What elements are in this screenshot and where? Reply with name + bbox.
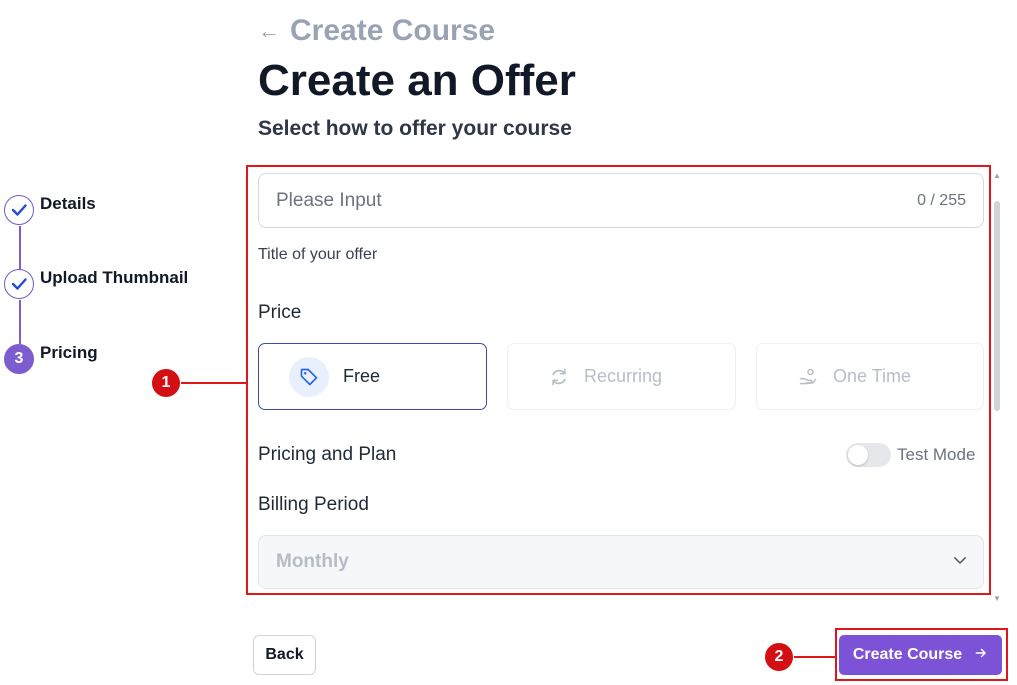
- chevron-down-icon: [951, 551, 969, 574]
- annotation-badge-2: 2: [764, 642, 794, 672]
- price-option-label: Free: [343, 366, 381, 386]
- step-label: Upload Thumbnail: [40, 268, 189, 287]
- refresh-icon: [548, 366, 570, 388]
- char-counter: 0 / 255: [917, 191, 966, 209]
- price-option-label: One Time: [833, 366, 912, 386]
- step-label: Pricing: [40, 343, 98, 362]
- page-title: Create an Offer: [258, 56, 576, 105]
- annotation-connector: [794, 656, 836, 658]
- billing-period-label: Billing Period: [258, 494, 369, 515]
- test-mode-label: Test Mode: [897, 445, 976, 464]
- price-option-free[interactable]: Free: [258, 343, 487, 410]
- step-details[interactable]: Details: [4, 194, 96, 225]
- back-to-create-course-link[interactable]: ← Create Course: [258, 14, 495, 48]
- stepper-connector: [19, 300, 21, 344]
- scroll-down-icon[interactable]: ▼: [993, 594, 1001, 603]
- step-pricing[interactable]: 3 Pricing: [4, 343, 98, 374]
- test-mode-control: Test Mode: [846, 443, 975, 467]
- create-course-label: Create Course: [852, 646, 963, 663]
- arrow-right-icon: [974, 646, 988, 665]
- check-icon: [4, 269, 34, 299]
- price-option-label: Recurring: [584, 366, 663, 386]
- back-button[interactable]: Back: [253, 635, 316, 675]
- offer-title-help: Title of your offer: [258, 246, 378, 263]
- scrollbar-thumb[interactable]: [994, 201, 1000, 411]
- scroll-up-icon[interactable]: ▲: [993, 171, 1001, 180]
- check-icon: [4, 195, 34, 225]
- form-scrollbar[interactable]: ▲ ▼: [993, 171, 1001, 603]
- price-option-one-time[interactable]: One Time: [756, 343, 984, 410]
- offer-title-input[interactable]: Please Input 0 / 255: [258, 173, 984, 228]
- billing-period-value: Monthly: [276, 551, 349, 572]
- tag-icon: [289, 356, 329, 397]
- hand-coins-icon: [797, 366, 819, 388]
- offer-title-placeholder: Please Input: [276, 189, 382, 211]
- step-upload-thumbnail[interactable]: Upload Thumbnail: [4, 268, 189, 299]
- arrow-left-icon: ←: [258, 18, 280, 43]
- step-label: Details: [40, 194, 96, 213]
- annotation-badge-1: 1: [151, 368, 181, 398]
- page-subtitle: Select how to offer your course: [258, 117, 572, 140]
- back-link-label: Create Course: [290, 14, 496, 47]
- annotation-connector: [181, 382, 247, 384]
- pricing-plan-label: Pricing and Plan: [258, 444, 397, 465]
- billing-period-select[interactable]: Monthly: [258, 535, 984, 589]
- test-mode-toggle[interactable]: [846, 443, 891, 467]
- stepper-connector: [19, 226, 21, 270]
- price-option-recurring[interactable]: Recurring: [507, 343, 736, 410]
- step-number: 3: [4, 344, 34, 374]
- create-course-button[interactable]: Create Course: [839, 635, 1002, 675]
- price-label: Price: [258, 302, 302, 323]
